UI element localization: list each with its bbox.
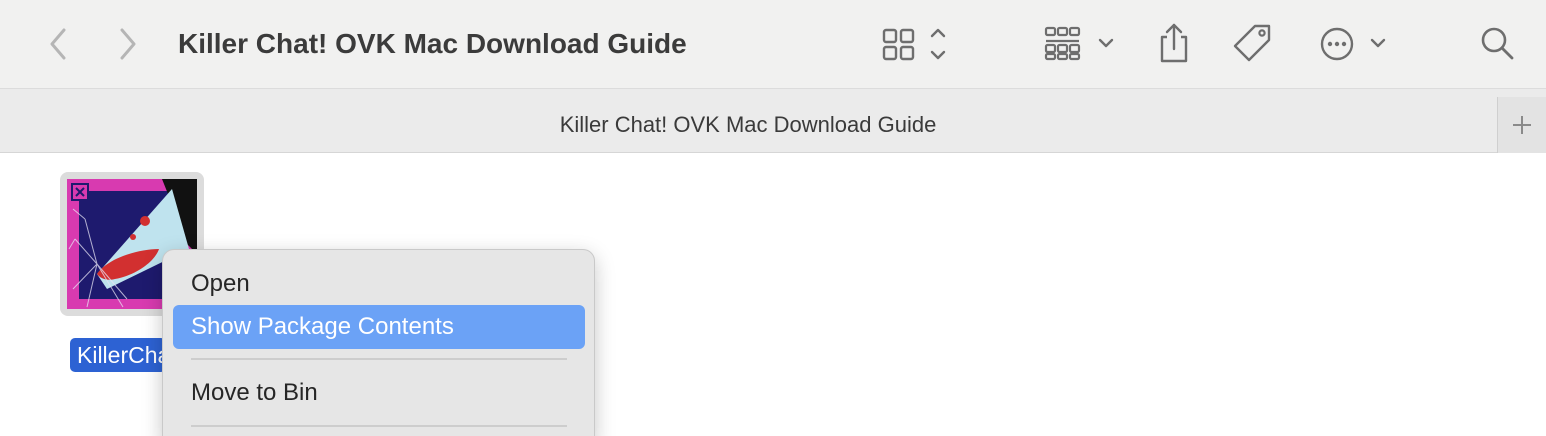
menu-item-move-to-bin[interactable]: Move to Bin bbox=[173, 371, 585, 415]
menu-separator bbox=[191, 358, 567, 360]
grid-view-icon bbox=[882, 28, 946, 61]
tag-button[interactable] bbox=[1230, 20, 1276, 66]
forward-button[interactable] bbox=[110, 26, 146, 62]
menu-separator bbox=[191, 425, 567, 427]
more-actions-button[interactable] bbox=[1316, 22, 1392, 66]
file-name-label[interactable]: KillerChat bbox=[70, 338, 166, 372]
tab-title[interactable]: Killer Chat! OVK Mac Download Guide bbox=[0, 89, 1496, 153]
toolbar: Killer Chat! OVK Mac Download Guide bbox=[0, 0, 1546, 88]
plus-icon bbox=[1513, 116, 1531, 134]
context-menu: Open Show Package Contents Move to Bin bbox=[162, 249, 595, 436]
menu-item-show-package-contents[interactable]: Show Package Contents bbox=[173, 305, 585, 349]
chevron-right-icon bbox=[120, 28, 136, 60]
group-by-icon bbox=[1044, 26, 1114, 61]
back-button[interactable] bbox=[40, 26, 76, 62]
chevron-left-icon bbox=[50, 28, 66, 60]
group-by-button[interactable] bbox=[1040, 22, 1120, 66]
share-icon bbox=[1160, 23, 1188, 63]
tab-bar: Killer Chat! OVK Mac Download Guide bbox=[0, 88, 1546, 153]
finder-window: Killer Chat! OVK Mac Download Guide Kill… bbox=[0, 0, 1546, 436]
tag-icon bbox=[1233, 24, 1271, 62]
more-icon bbox=[1320, 27, 1386, 61]
share-button[interactable] bbox=[1152, 20, 1196, 66]
window-title: Killer Chat! OVK Mac Download Guide bbox=[178, 28, 687, 59]
menu-item-open[interactable]: Open bbox=[173, 262, 585, 306]
view-mode-button[interactable] bbox=[876, 22, 956, 66]
file-browser-area[interactable]: KillerChat Open Show Package Contents Mo… bbox=[0, 153, 1546, 436]
search-button[interactable] bbox=[1474, 20, 1520, 66]
new-tab-button[interactable] bbox=[1497, 97, 1546, 153]
search-icon bbox=[1481, 27, 1514, 60]
